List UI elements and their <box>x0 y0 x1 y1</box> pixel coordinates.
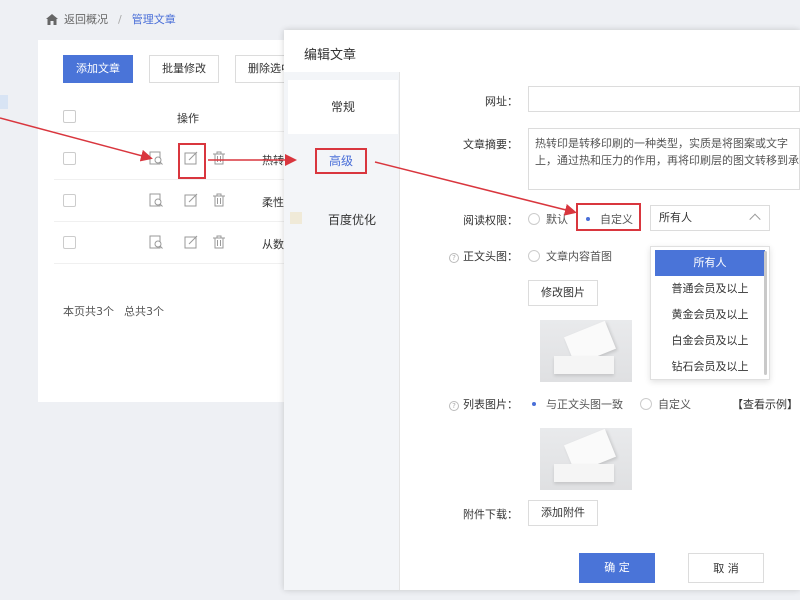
dropdown-option[interactable]: 钻石会员及以上 <box>655 354 765 380</box>
add-attachment-button[interactable]: 添加附件 <box>528 500 598 526</box>
row-checkbox[interactable] <box>63 194 76 207</box>
ok-button[interactable]: 确 定 <box>579 553 655 583</box>
trash-icon[interactable] <box>212 151 226 165</box>
list-image-custom-label: 自定义 <box>658 398 691 411</box>
chevron-up-icon <box>749 213 761 225</box>
dropdown-option[interactable]: 所有人 <box>655 250 765 276</box>
url-label: 网址： <box>485 95 518 108</box>
help-icon[interactable]: ? <box>449 401 459 411</box>
permission-select[interactable]: 所有人 <box>650 205 770 231</box>
perm-default-label: 默认 <box>546 213 568 226</box>
tab-baidu-seo-label: 百度优化 <box>327 213 376 227</box>
tab-baidu-seo[interactable]: 百度优化 <box>284 200 400 240</box>
left-edge-strip <box>0 95 8 109</box>
edit-icon-highlight-box <box>178 143 206 179</box>
edit-icon[interactable] <box>184 235 198 249</box>
edit-article-dialog: 编辑文章 常规 高级 百度优化 网址： 文章摘要： 热转印是转移印刷的一种类型，… <box>284 30 800 590</box>
dropdown-option[interactable]: 黄金会员及以上 <box>655 302 765 328</box>
ops-column-header: 操作 <box>177 112 199 125</box>
header-image-label: ? 正文头图： <box>398 248 518 264</box>
summary-label: 文章摘要： <box>463 138 518 151</box>
list-image-custom-radio[interactable]: 自定义 <box>640 396 691 412</box>
view-example-link[interactable]: 【查看示例】 <box>732 396 798 412</box>
list-image-thumbnail[interactable] <box>540 428 632 490</box>
help-icon[interactable]: ? <box>449 253 459 263</box>
home-icon <box>46 13 58 25</box>
select-all-checkbox[interactable] <box>63 110 76 123</box>
trash-icon[interactable] <box>212 193 226 207</box>
article-list-panel: 添加文章 批量修改 删除选中 操作 热转 柔性 从数 本页共3个 总共3个 <box>38 40 305 402</box>
perm-custom-radio[interactable]: 自定义 <box>582 211 633 227</box>
dialog-tab-sidebar: 常规 高级 百度优化 <box>284 72 400 590</box>
radio-dot <box>528 213 540 225</box>
row-title[interactable]: 热转 <box>262 152 284 168</box>
page-count-text: 本页共3个 <box>63 305 114 318</box>
preview-icon[interactable] <box>149 193 163 207</box>
breadcrumb-back-link[interactable]: 返回概况 <box>64 11 108 27</box>
radio-dot <box>640 398 652 410</box>
row-checkbox[interactable] <box>63 236 76 249</box>
url-input[interactable] <box>528 86 800 112</box>
breadcrumb-current: 管理文章 <box>131 13 176 26</box>
list-toolbar: 添加文章 批量修改 删除选中 <box>63 55 305 83</box>
list-image-label: ? 列表图片： <box>398 396 518 412</box>
item-count: 本页共3个 总共3个 <box>63 303 164 319</box>
permission-dropdown-menu: 所有人 普通会员及以上 黄金会员及以上 白金会员及以上 钻石会员及以上 <box>650 246 770 380</box>
thumbnail-base <box>554 464 614 482</box>
total-count-text: 总共3个 <box>124 305 164 318</box>
row-title[interactable]: 从数 <box>262 236 284 252</box>
perm-default-radio[interactable]: 默认 <box>528 211 568 227</box>
breadcrumb: 返回概况 / 管理文章 <box>46 10 176 28</box>
trash-icon[interactable] <box>212 235 226 249</box>
cancel-button[interactable]: 取 消 <box>688 553 764 583</box>
dropdown-option[interactable]: 普通会员及以上 <box>655 276 765 302</box>
breadcrumb-separator: / <box>118 12 122 26</box>
batch-edit-button[interactable]: 批量修改 <box>149 55 219 83</box>
add-article-button[interactable]: 添加文章 <box>63 55 133 83</box>
tab-advanced[interactable]: 高级 <box>315 148 367 174</box>
table-row: 柔性 <box>54 180 298 222</box>
row-title[interactable]: 柔性 <box>262 194 284 210</box>
preview-icon[interactable] <box>149 151 163 165</box>
list-image-same-label: 与正文头图一致 <box>546 398 623 411</box>
radio-dot <box>528 398 540 410</box>
thumbnail-base <box>554 356 614 374</box>
header-image-label-text: 正文头图： <box>463 250 518 263</box>
perm-custom-label: 自定义 <box>600 213 633 226</box>
radio-dot <box>528 250 540 262</box>
table-row: 热转 <box>54 138 298 180</box>
header-image-first-radio[interactable]: 文章内容首图 <box>528 248 612 264</box>
table-row: 从数 <box>54 222 298 264</box>
summary-textarea[interactable]: 热转印是转移印刷的一种类型，实质是将图案或文字 上，通过热和压力的作用，再将印刷… <box>528 128 800 190</box>
preview-icon[interactable] <box>149 235 163 249</box>
folder-icon <box>290 212 302 224</box>
tab-general[interactable]: 常规 <box>288 80 398 134</box>
attachment-label: 附件下载： <box>463 508 518 521</box>
radio-dot <box>582 213 594 225</box>
permission-select-value: 所有人 <box>659 211 692 224</box>
dropdown-option[interactable]: 白金会员及以上 <box>655 328 765 354</box>
dialog-title: 编辑文章 <box>304 48 357 63</box>
edit-icon[interactable] <box>184 193 198 207</box>
row-checkbox[interactable] <box>63 152 76 165</box>
list-image-label-text: 列表图片： <box>463 398 518 411</box>
header-image-first-label: 文章内容首图 <box>546 250 612 263</box>
list-header: 操作 <box>54 102 298 132</box>
list-image-same-radio[interactable]: 与正文头图一致 <box>528 396 623 412</box>
summary-line: 上，通过热和压力的作用，再将印刷层的图文转移到承 <box>535 154 799 167</box>
header-image-thumbnail[interactable] <box>540 320 632 382</box>
summary-line: 热转印是转移印刷的一种类型，实质是将图案或文字 <box>535 137 788 150</box>
dropdown-scrollbar[interactable] <box>764 251 767 375</box>
modify-image-button[interactable]: 修改图片 <box>528 280 598 306</box>
read-permission-label: 阅读权限： <box>463 214 518 227</box>
